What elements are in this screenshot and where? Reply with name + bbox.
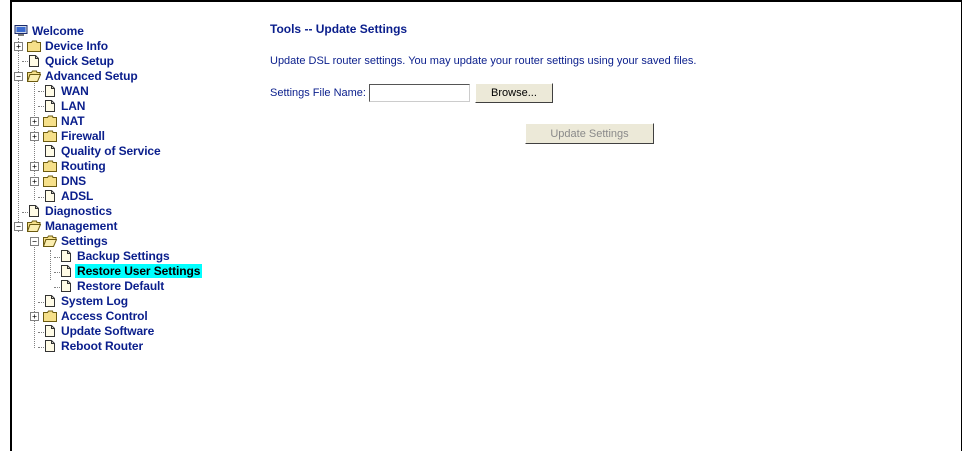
- tree-line: [18, 38, 19, 232]
- minus-box-icon[interactable]: −: [14, 72, 23, 81]
- navigation-tree: Welcome + Device Info Quick Setup − Adva…: [14, 24, 234, 364]
- tree-item-label: NAT: [61, 114, 85, 128]
- plus-box-icon[interactable]: +: [30, 132, 39, 141]
- page-icon: [43, 145, 57, 157]
- tree-item-management[interactable]: Management: [27, 219, 119, 233]
- tree-item-label: Update Software: [61, 324, 155, 338]
- minus-box-icon[interactable]: −: [30, 237, 39, 246]
- tree-item-diagnostics[interactable]: Diagnostics: [27, 204, 114, 218]
- tree-line: [34, 238, 35, 348]
- page-icon: [43, 340, 57, 352]
- page-icon: [43, 295, 57, 307]
- page-icon: [43, 190, 57, 202]
- page-title: Tools -- Update Settings: [270, 22, 408, 36]
- tree-item-label: Device Info: [45, 39, 108, 53]
- page-icon: [59, 250, 73, 262]
- tree-item-label: Firewall: [61, 129, 105, 143]
- settings-file-row: Settings File Name: Browse...: [270, 83, 553, 103]
- tree-item-advanced-setup[interactable]: Advanced Setup: [27, 69, 140, 83]
- page-icon: [59, 280, 73, 292]
- tree-item-welcome[interactable]: Welcome: [14, 24, 86, 38]
- tree-item-restore-default[interactable]: Restore Default: [59, 279, 166, 293]
- folder-icon: [43, 310, 57, 322]
- folder-open-icon: [27, 70, 41, 82]
- browse-button[interactable]: Browse...: [474, 83, 553, 103]
- tree-item-update-software[interactable]: Update Software: [43, 324, 156, 338]
- plus-box-icon[interactable]: +: [30, 162, 39, 171]
- folder-open-icon: [43, 235, 57, 247]
- page-icon: [27, 55, 41, 67]
- page-icon: [59, 265, 73, 277]
- tree-item-label: WAN: [61, 84, 89, 98]
- tree-item-quick-setup[interactable]: Quick Setup: [27, 54, 116, 68]
- tree-item-device-info[interactable]: Device Info: [27, 39, 110, 53]
- tree-item-label: Welcome: [32, 24, 84, 38]
- tree-line: [50, 250, 51, 280]
- tree-item-label: Restore User Settings: [75, 264, 203, 278]
- tree-item-label: Management: [45, 219, 118, 233]
- tree-item-wan[interactable]: WAN: [43, 84, 91, 98]
- folder-icon: [43, 115, 57, 127]
- tree-item-label: ADSL: [61, 189, 94, 203]
- tree-item-access-control[interactable]: Access Control: [43, 309, 150, 323]
- minus-box-icon[interactable]: −: [14, 222, 23, 231]
- computer-icon: [14, 25, 28, 37]
- tree-item-label: Quality of Service: [61, 144, 161, 158]
- tree-item-dns[interactable]: DNS: [43, 174, 88, 188]
- plus-box-icon[interactable]: +: [30, 312, 39, 321]
- page-icon: [43, 100, 57, 112]
- tree-item-routing[interactable]: Routing: [43, 159, 108, 173]
- tree-item-firewall[interactable]: Firewall: [43, 129, 107, 143]
- plus-box-icon[interactable]: +: [14, 42, 23, 51]
- page-description: Update DSL router settings. You may upda…: [270, 55, 697, 67]
- update-settings-button[interactable]: Update Settings: [525, 123, 654, 144]
- folder-icon: [43, 160, 57, 172]
- tree-item-label: Routing: [61, 159, 106, 173]
- page-icon: [43, 85, 57, 97]
- tree-item-label: System Log: [61, 294, 129, 308]
- tree-item-backup-settings[interactable]: Backup Settings: [59, 249, 172, 263]
- tree-item-restore-user-settings[interactable]: Restore User Settings: [59, 264, 203, 278]
- tree-item-label: DNS: [61, 174, 87, 188]
- tree-item-label: Diagnostics: [45, 204, 112, 218]
- tree-item-label: Quick Setup: [45, 54, 114, 68]
- tree-item-label: Advanced Setup: [45, 69, 138, 83]
- folder-icon: [43, 130, 57, 142]
- tree-item-adsl[interactable]: ADSL: [43, 189, 95, 203]
- settings-file-label: Settings File Name:: [270, 87, 366, 99]
- tree-item-system-log[interactable]: System Log: [43, 294, 130, 308]
- tree-item-label: LAN: [61, 99, 86, 113]
- folder-icon: [43, 175, 57, 187]
- tree-item-label: Settings: [61, 234, 108, 248]
- folder-icon: [27, 40, 41, 52]
- page-icon: [27, 205, 41, 217]
- page-icon: [43, 325, 57, 337]
- tree-item-label: Restore Default: [77, 279, 165, 293]
- tree-item-lan[interactable]: LAN: [43, 99, 87, 113]
- plus-box-icon[interactable]: +: [30, 177, 39, 186]
- settings-file-input[interactable]: [368, 84, 470, 102]
- tree-item-nat[interactable]: NAT: [43, 114, 86, 128]
- plus-box-icon[interactable]: +: [30, 117, 39, 126]
- tree-item-label: Reboot Router: [61, 339, 144, 353]
- folder-open-icon: [27, 220, 41, 232]
- tree-item-label: Access Control: [61, 309, 148, 323]
- tree-item-quality-of-service[interactable]: Quality of Service: [43, 144, 163, 158]
- tree-item-label: Backup Settings: [77, 249, 170, 263]
- tree-item-reboot-router[interactable]: Reboot Router: [43, 339, 145, 353]
- tree-item-settings[interactable]: Settings: [43, 234, 110, 248]
